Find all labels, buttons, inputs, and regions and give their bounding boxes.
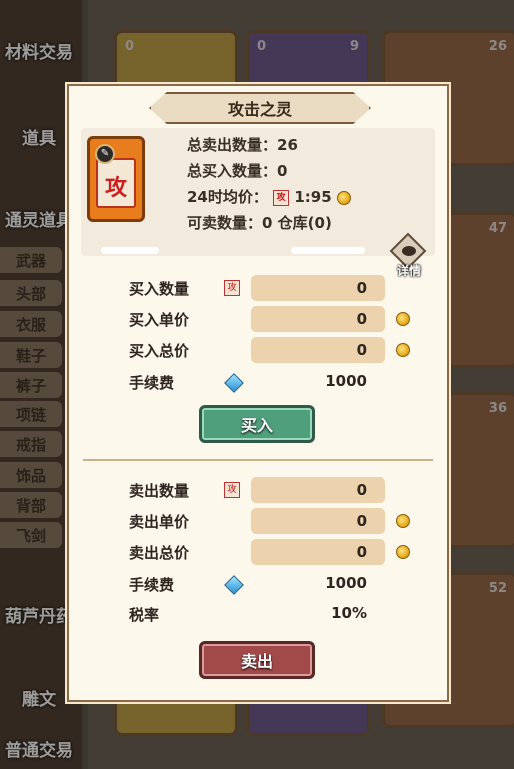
tax-rate-value: 10% <box>331 604 367 622</box>
buy-fee-value: 1000 <box>325 372 367 390</box>
scroll-icon: 攻 <box>273 189 290 206</box>
buy-quantity-label: 买入数量 <box>129 280 190 298</box>
tax-rate-label: 税率 <box>129 606 160 624</box>
sell-quantity-input[interactable]: 0 <box>251 477 385 503</box>
gold-coin-icon <box>396 312 410 326</box>
gold-coin-icon <box>396 545 410 559</box>
sell-fee-value: 1000 <box>325 574 367 592</box>
trade-dialog: 攻击之灵 攻 ✎ 总卖出数量：26 总买入数量：0 24时均价： 攻 1:95 … <box>67 84 449 702</box>
sell-button[interactable]: 卖出 <box>199 641 315 679</box>
buy-total-price-field[interactable]: 0 <box>251 337 385 363</box>
gold-coin-icon <box>336 190 351 205</box>
sell-quantity-label: 卖出数量 <box>129 482 190 500</box>
item-icon: 攻 ✎ <box>87 136 145 222</box>
buy-unit-price-label: 买入单价 <box>129 311 190 329</box>
total-sold: 总卖出数量：26 <box>187 136 298 154</box>
sell-total-price-field[interactable]: 0 <box>251 539 385 565</box>
sword-icon: ✎ <box>95 144 115 164</box>
buy-fee-label: 手续费 <box>129 374 175 392</box>
sell-unit-price-input[interactable]: 0 <box>251 508 385 534</box>
sell-unit-price-label: 卖出单价 <box>129 513 190 531</box>
buy-button[interactable]: 买入 <box>199 405 315 443</box>
details-button[interactable]: 详情 <box>389 232 429 278</box>
buy-total-price-label: 买入总价 <box>129 342 190 360</box>
dialog-title: 攻击之灵 <box>149 92 371 124</box>
details-label: 详情 <box>396 264 421 278</box>
gem-icon <box>224 373 244 393</box>
sell-total-price-label: 卖出总价 <box>129 544 190 562</box>
avg-price-value: 1:95 <box>294 188 332 206</box>
sell-fee-label: 手续费 <box>129 576 175 594</box>
scroll-icon: 攻 <box>224 482 240 498</box>
avg-price: 24时均价： 攻 1:95 <box>187 186 351 207</box>
eye-icon <box>402 246 416 256</box>
progress-bar-right <box>291 247 365 254</box>
scroll-icon: 攻 <box>224 280 240 296</box>
sellable-quantity: 可卖数量：0 仓库(0) <box>187 214 332 232</box>
progress-bar-left <box>101 247 159 254</box>
gold-coin-icon <box>396 514 410 528</box>
gold-coin-icon <box>396 343 410 357</box>
gem-icon <box>224 575 244 595</box>
item-glyph: 攻 <box>104 176 127 201</box>
section-divider <box>83 459 433 461</box>
buy-quantity-input[interactable]: 0 <box>251 275 385 301</box>
buy-unit-price-input[interactable]: 0 <box>251 306 385 332</box>
avg-price-label: 24时均价： <box>187 188 268 206</box>
total-bought: 总买入数量：0 <box>187 162 288 180</box>
